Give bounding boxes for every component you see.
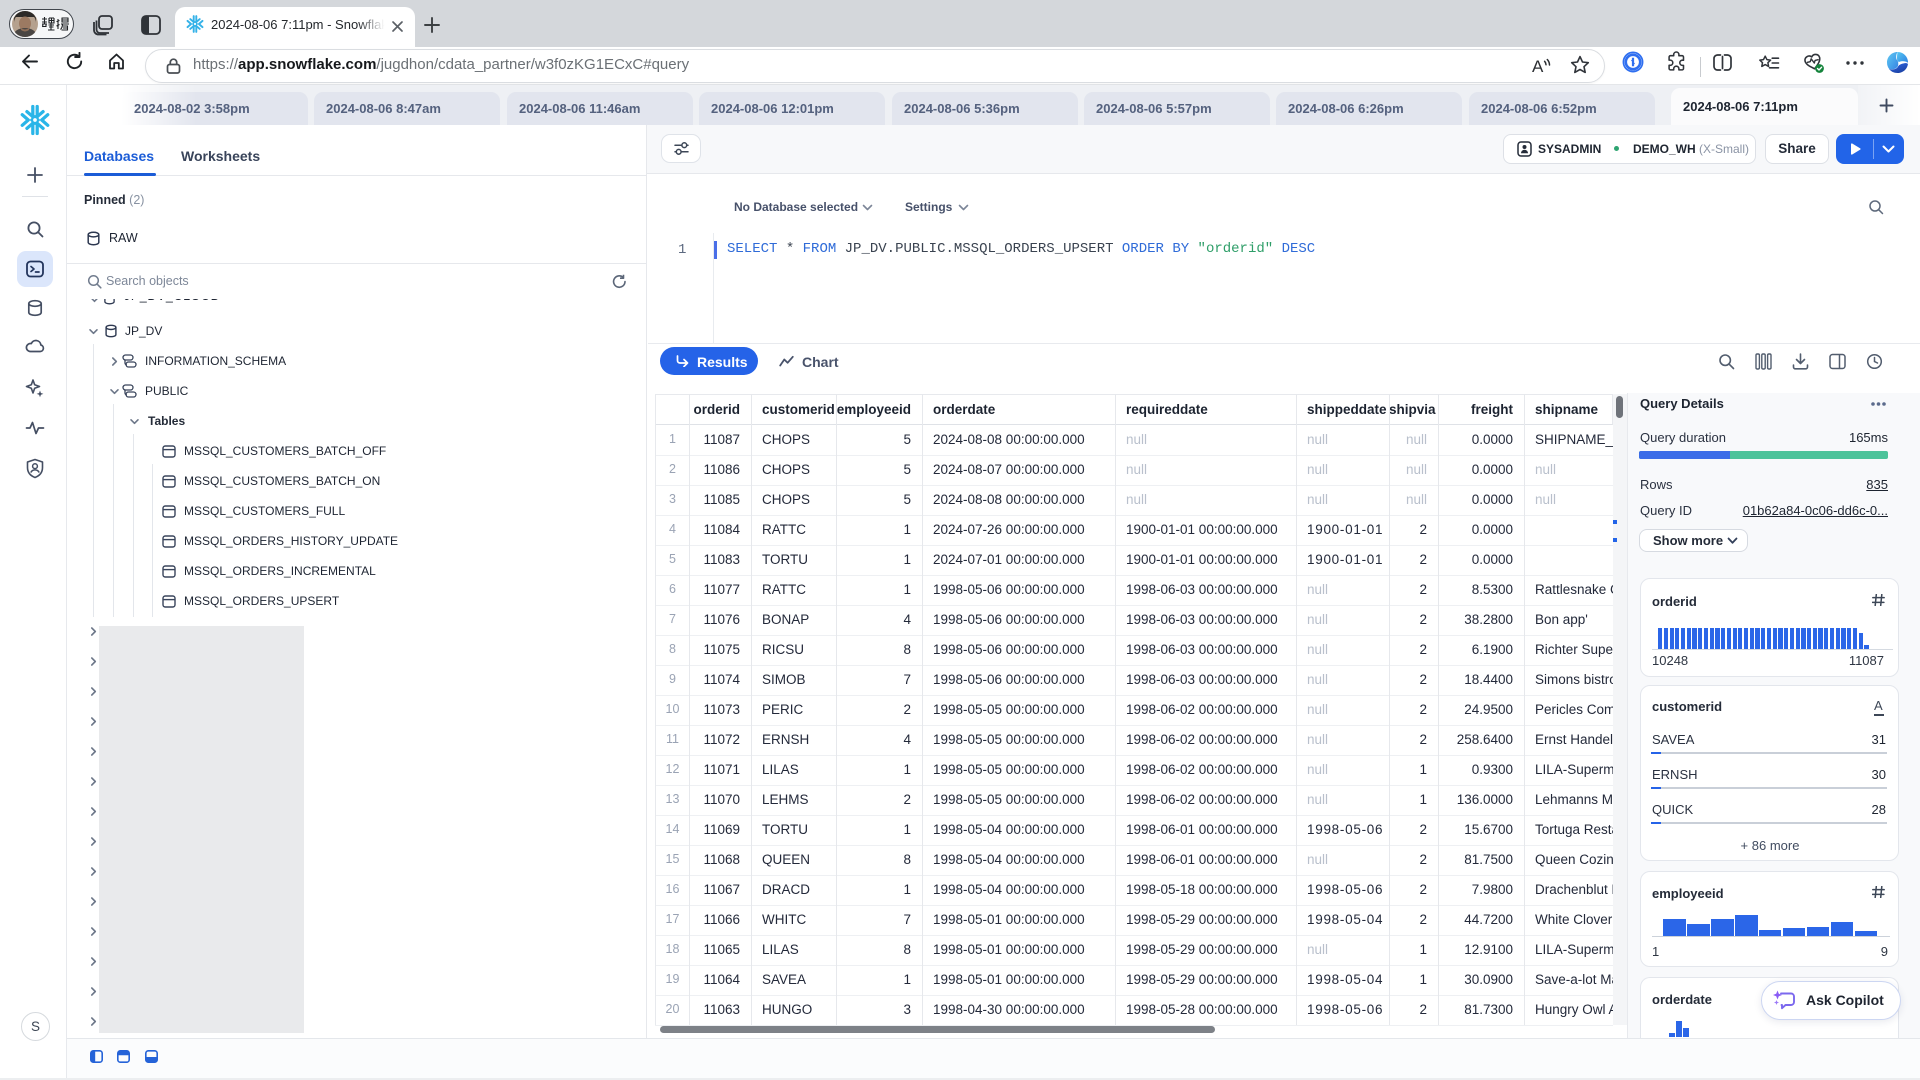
svg-text:A: A xyxy=(1532,57,1544,76)
